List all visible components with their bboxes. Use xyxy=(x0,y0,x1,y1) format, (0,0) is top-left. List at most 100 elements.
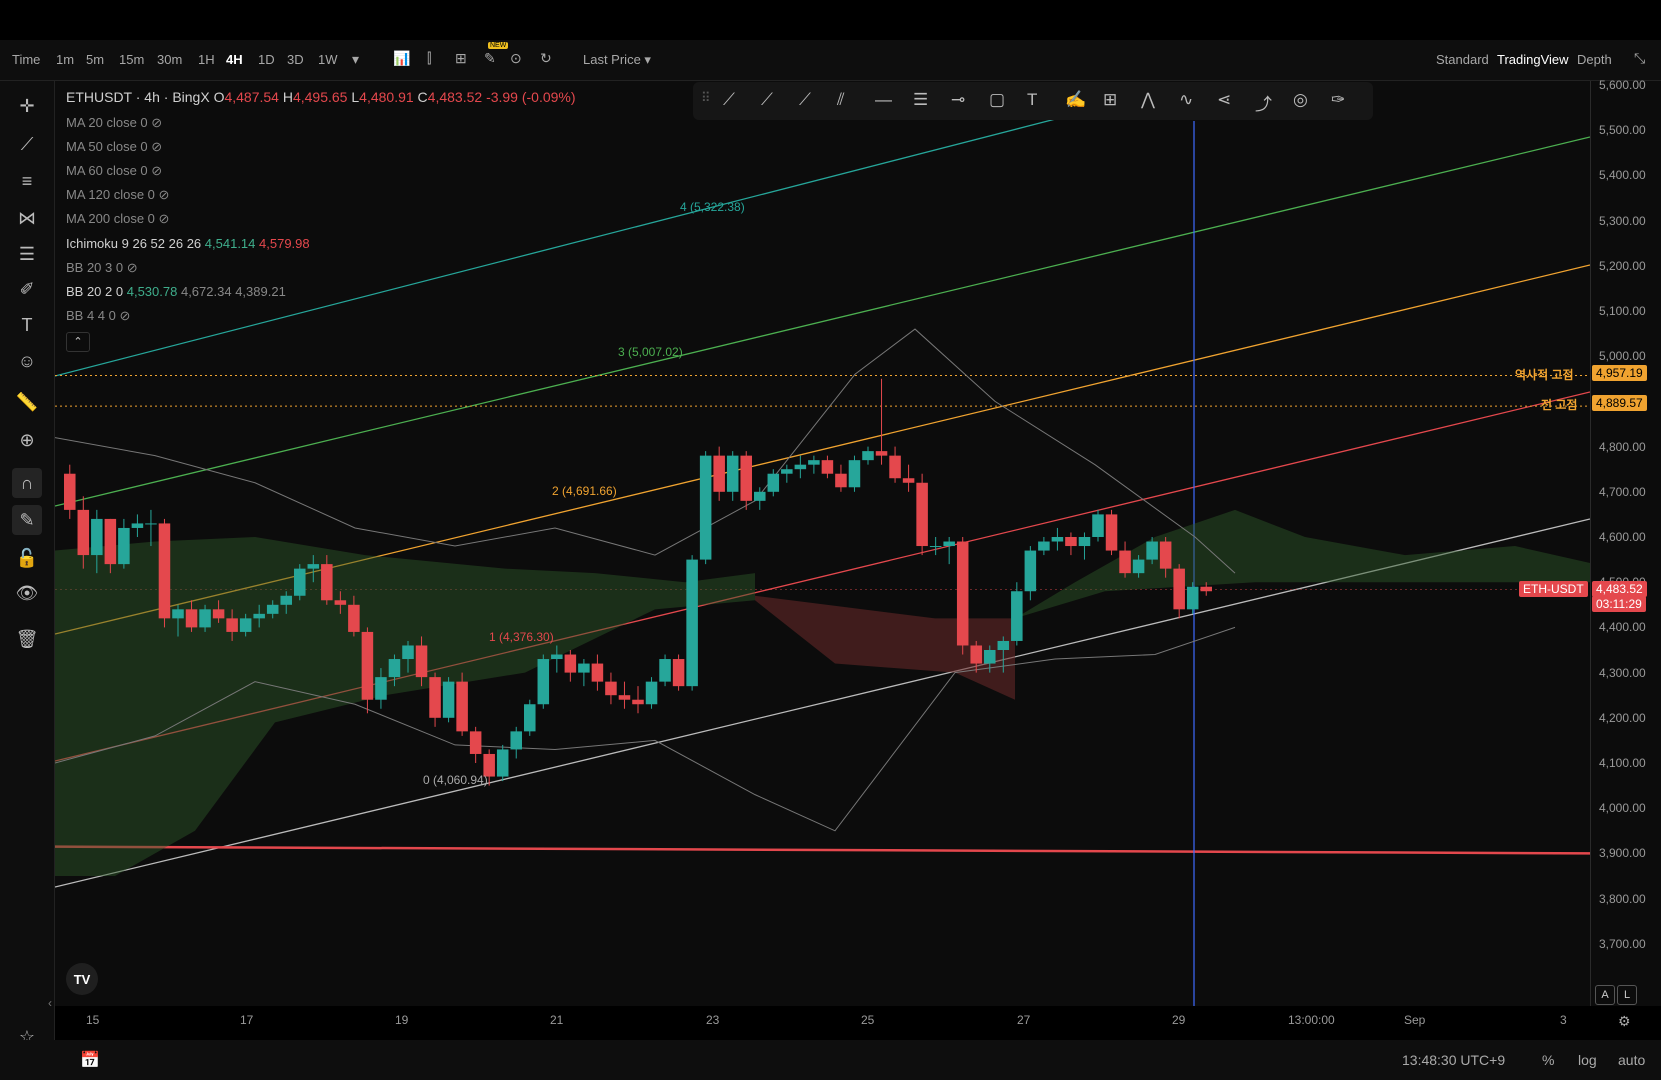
last-price-symbol-tag: ETH-USDT xyxy=(1519,581,1588,597)
candle-body xyxy=(469,731,482,754)
fullscreen-icon[interactable]: ⤡ xyxy=(1634,50,1645,67)
eye-off-icon[interactable]: ⊘ xyxy=(120,308,131,323)
parallel-channel-icon[interactable]: ⫽ xyxy=(837,90,845,110)
brush-tool-icon[interactable]: ✍ xyxy=(1065,90,1086,110)
brush-icon[interactable]: ✐ xyxy=(12,274,42,304)
fib-icon[interactable]: ≡ xyxy=(12,166,42,196)
timeframe-1w[interactable]: 1W xyxy=(318,52,338,67)
eye-off-icon[interactable]: ⊘ xyxy=(151,115,162,130)
ma120-legend[interactable]: MA 120 close 0 ⊘ xyxy=(66,187,169,203)
timeframe-1d[interactable]: 1D xyxy=(258,52,275,67)
eye-icon[interactable]: 👁 xyxy=(12,578,42,608)
candle-body xyxy=(212,609,225,619)
chart-type-icon[interactable]: 📊 xyxy=(393,50,410,67)
timeframe-1h[interactable]: 1H xyxy=(198,52,215,67)
extended-line-icon[interactable]: ⟋ xyxy=(799,90,811,110)
view-standard[interactable]: Standard xyxy=(1436,52,1489,67)
settings-gear-icon[interactable]: ⚙ xyxy=(1618,1013,1631,1030)
timeframe-1m[interactable]: 1m xyxy=(56,52,74,67)
grid-tool-icon[interactable]: ⊞ xyxy=(1103,90,1117,110)
bb3-legend[interactable]: BB 4 4 0 ⊘ xyxy=(66,308,130,324)
chevron-down-icon[interactable]: ▾ xyxy=(352,51,359,68)
text-icon[interactable]: T xyxy=(12,310,42,340)
tradingview-logo[interactable]: TV xyxy=(66,963,98,995)
calendar-icon[interactable]: 📅 xyxy=(80,1050,100,1070)
eye-off-icon[interactable]: ⊘ xyxy=(151,139,162,154)
log-scale-button[interactable]: L xyxy=(1617,985,1637,1005)
open-value: 4,487.54 xyxy=(224,89,279,105)
text-tool-icon[interactable]: T xyxy=(1027,90,1037,110)
draw-icon[interactable]: ✎ xyxy=(484,50,496,67)
candle-body xyxy=(659,659,671,682)
ruler-icon[interactable]: 📏 xyxy=(12,387,42,417)
eye-off-icon[interactable]: ⊘ xyxy=(159,187,170,202)
camera-icon[interactable]: ⊙ xyxy=(510,50,522,67)
eye-off-icon[interactable]: ⊘ xyxy=(151,163,162,178)
refresh-icon[interactable]: ↻ xyxy=(540,50,552,67)
timeframe-30m[interactable]: 30m xyxy=(157,52,182,67)
candle-body xyxy=(686,559,698,687)
line-icon[interactable]: ⟋ xyxy=(723,90,735,110)
ma200-legend[interactable]: MA 200 close 0 ⊘ xyxy=(66,211,169,227)
y-tick-label: 4,800.00 xyxy=(1599,439,1646,454)
timeframe-15m[interactable]: 15m xyxy=(119,52,144,67)
projection-icon[interactable]: ☰ xyxy=(12,239,42,269)
percent-scale-button[interactable]: % xyxy=(1542,1052,1554,1068)
circle-icon[interactable]: ◎ xyxy=(1293,90,1308,110)
view-depth[interactable]: Depth xyxy=(1577,52,1612,67)
emoji-icon[interactable]: ☺ xyxy=(12,346,42,376)
pattern-icon[interactable]: ⋈ xyxy=(12,203,42,233)
symbol-title[interactable]: ETHUSDT · 4h · BingX xyxy=(66,89,210,105)
ray-icon[interactable]: ⟋ xyxy=(761,90,773,110)
price-axis[interactable]: 5,600.00 5,500.00 5,400.00 5,300.00 5,200.00… xyxy=(1590,78,1661,1006)
crosshair-icon[interactable]: ✛ xyxy=(12,91,42,121)
candle-body xyxy=(672,659,685,687)
bb2-legend[interactable]: BB 20 2 0 4,530.78 4,672.34 4,389.21 xyxy=(66,284,286,299)
candle-body xyxy=(1186,586,1199,610)
trendline-icon[interactable]: ⟋ xyxy=(12,129,42,159)
candles-icon[interactable]: ⫿ xyxy=(427,50,431,67)
lock-icon[interactable]: 🔓 xyxy=(12,543,42,573)
horizontal-ray-icon[interactable]: ⊸ xyxy=(951,90,965,110)
candle-body xyxy=(239,618,252,632)
x-tick-label: 23 xyxy=(706,1013,720,1027)
forecast-icon[interactable]: ⤴ xyxy=(1255,90,1272,115)
clock-display[interactable]: 13:48:30 UTC+9 xyxy=(1402,1052,1505,1068)
indicators-icon[interactable]: ⊞ xyxy=(455,50,467,67)
auto-button[interactable]: auto xyxy=(1618,1052,1645,1068)
timeframe-4h[interactable]: 4H xyxy=(226,52,243,67)
wave-icon[interactable]: ∿ xyxy=(1179,90,1193,110)
abc-pattern-icon[interactable]: ⋀ xyxy=(1141,90,1155,110)
drag-handle-icon[interactable]: ⠿ xyxy=(701,90,711,106)
ma60-legend[interactable]: MA 60 close 0 ⊘ xyxy=(66,163,162,179)
price-source-select[interactable]: Last Price ▾ xyxy=(583,52,651,68)
timeframe-time[interactable]: Time xyxy=(12,52,40,67)
magnet-icon[interactable]: ∩ xyxy=(12,468,42,498)
x-tick-label: Sep xyxy=(1404,1013,1426,1027)
trash-icon[interactable]: 🗑 xyxy=(12,624,42,654)
lock-drawing-icon[interactable]: ✎ xyxy=(12,505,42,535)
view-tradingview[interactable]: TradingView xyxy=(1497,52,1569,67)
pen-icon[interactable]: ✑ xyxy=(1331,90,1345,110)
ma50-legend[interactable]: MA 50 close 0 ⊘ xyxy=(66,139,162,155)
timeframe-5m[interactable]: 5m xyxy=(86,52,104,67)
ma20-legend[interactable]: MA 20 close 0 ⊘ xyxy=(66,115,162,131)
log-button[interactable]: log xyxy=(1578,1052,1597,1068)
collapse-legend-button[interactable]: ⌃ xyxy=(66,332,90,352)
candle-body xyxy=(361,631,374,700)
bb1-legend[interactable]: BB 20 3 0 ⊘ xyxy=(66,260,138,276)
timeframe-3d[interactable]: 3D xyxy=(287,52,304,67)
path-icon[interactable]: ⋖ xyxy=(1217,90,1231,110)
ichimoku-legend[interactable]: Ichimoku 9 26 52 26 26 4,541.14 4,579.98 xyxy=(66,236,310,251)
candle-body xyxy=(984,650,996,664)
fib-retracement-icon[interactable]: ☰ xyxy=(913,90,928,110)
eye-off-icon[interactable]: ⊘ xyxy=(159,211,170,226)
candle-body xyxy=(104,518,117,565)
zoom-icon[interactable]: ⊕ xyxy=(12,425,42,455)
collapse-left-icon[interactable]: ‹ xyxy=(48,996,52,1010)
chart-pane[interactable]: 4 (5,322.38) 3 (5,007.02) 2 (4,691.66) 1 (4… xyxy=(54,81,1595,1006)
rectangle-icon[interactable]: ▢ xyxy=(989,90,1005,110)
horizontal-line-icon[interactable]: — xyxy=(875,90,892,110)
auto-scale-button[interactable]: A xyxy=(1595,985,1615,1005)
eye-off-icon[interactable]: ⊘ xyxy=(127,260,138,275)
